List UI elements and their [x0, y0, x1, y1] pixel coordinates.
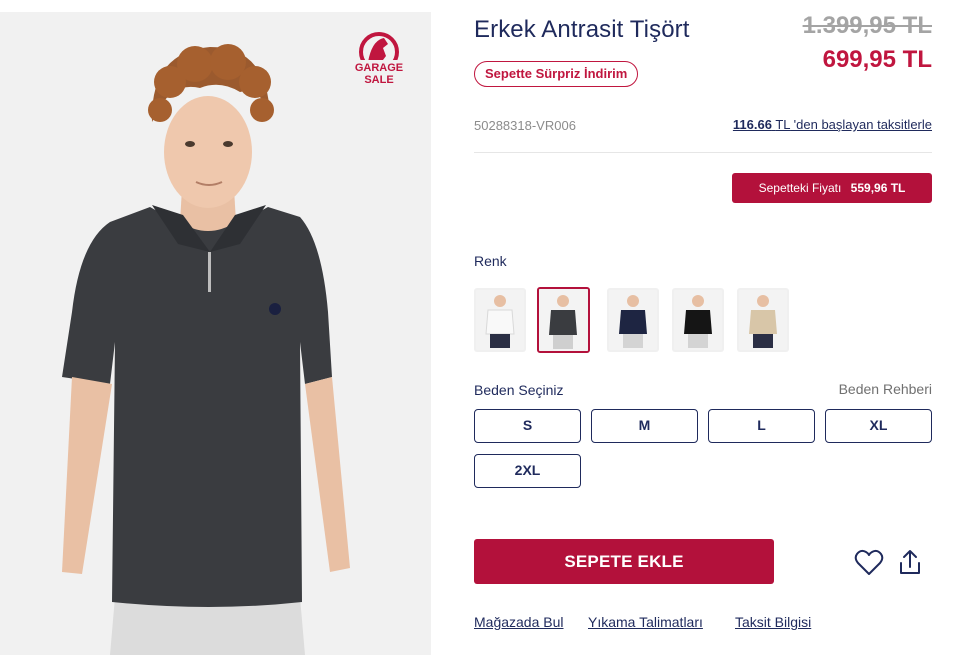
promo-badge: Sepette Sürpriz İndirim	[474, 61, 639, 87]
product-sku: 50288318-VR006	[474, 118, 576, 133]
installment-currency: TL	[775, 117, 791, 132]
size-option-l[interactable]: L	[708, 409, 815, 443]
color-swatch-beige[interactable]	[737, 288, 789, 352]
color-swatch-anthracite[interactable]	[537, 287, 590, 353]
cart-price-label: Sepetteki Fiyatı	[758, 181, 842, 195]
product-image[interactable]: GARAGE SALE	[0, 12, 431, 655]
washing-instructions-link[interactable]: Yıkama Talimatları	[588, 614, 703, 630]
size-option-s[interactable]: S	[474, 409, 581, 443]
find-in-store-link[interactable]: Mağazada Bul	[474, 614, 564, 630]
size-option-m[interactable]: M	[591, 409, 698, 443]
old-price: 1.399,95 TL	[802, 12, 932, 39]
heart-icon[interactable]	[854, 549, 884, 577]
color-label: Renk	[474, 253, 507, 269]
garage-sale-badge: GARAGE SALE	[350, 30, 408, 96]
current-price: 699,95 TL	[822, 46, 932, 73]
divider	[474, 152, 932, 153]
installment-link[interactable]: 116.66 TL 'den başlayan taksitlerle	[733, 117, 932, 132]
size-option-xl[interactable]: XL	[825, 409, 932, 443]
size-guide-link[interactable]: Beden Rehberi	[839, 381, 932, 397]
size-option-2xl[interactable]: 2XL	[474, 454, 581, 488]
color-swatch-navy[interactable]	[607, 288, 659, 352]
installment-amount: 116.66	[732, 117, 772, 132]
size-label: Beden Seçiniz	[474, 382, 564, 398]
installment-suffix: 'den başlayan taksitlerle	[790, 117, 932, 132]
color-swatch-black[interactable]	[672, 288, 724, 352]
color-swatch-white[interactable]	[474, 288, 526, 352]
product-info-panel: Erkek Antrasit Tişört 1.399,95 TL 699,95…	[474, 0, 932, 655]
share-icon[interactable]	[898, 549, 922, 577]
cart-price-badge: Sepetteki Fiyatı 559,96 TL	[732, 173, 932, 203]
badge-line-2: SALE	[364, 74, 393, 86]
installment-info-link[interactable]: Taksit Bilgisi	[735, 614, 811, 630]
product-title: Erkek Antrasit Tişört	[474, 16, 690, 43]
cart-price-value: 559,96 TL	[850, 181, 906, 195]
badge-line-1: GARAGE	[355, 62, 403, 74]
add-to-cart-button[interactable]: SEPETE EKLE	[474, 539, 774, 584]
